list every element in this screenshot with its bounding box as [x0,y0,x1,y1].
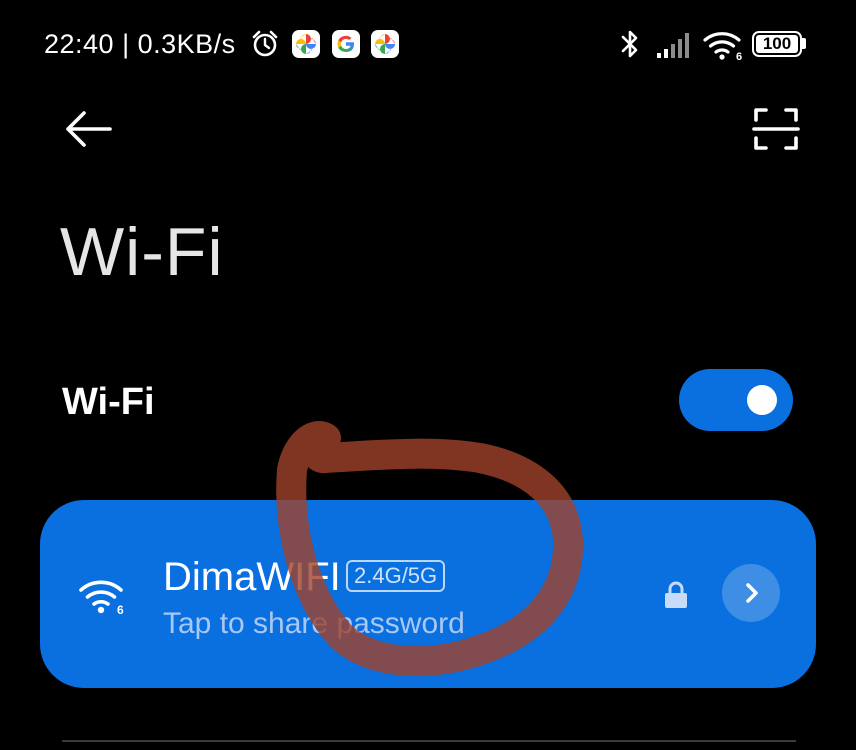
wifi-toggle-switch[interactable] [679,369,793,431]
signal-icon [657,33,689,58]
network-details-button[interactable] [722,564,780,622]
battery-icon: 100 [752,31,802,57]
scan-qr-button[interactable] [748,102,804,156]
google-photos-icon [292,30,320,58]
toggle-knob [747,385,777,415]
google-photos-icon [371,30,399,58]
wifi-icon: 6 [703,32,742,61]
google-icon [332,30,360,58]
bluetooth-icon [621,30,638,58]
share-password-hint: Tap to share password [163,607,465,640]
network-ssid: DimaWIFI [163,555,341,599]
wifi-icon: 6 [79,580,124,616]
connected-network-card[interactable]: 6 DimaWIFI 2.4G/5G Tap to share password [40,500,816,688]
battery-tip [802,38,806,49]
arrow-left-icon [66,111,112,147]
back-button[interactable] [60,104,116,154]
lock-icon [665,581,687,608]
wifi-toggle-label: Wi-Fi [62,381,155,423]
alarm-icon [252,30,278,57]
band-badge: 2.4G/5G [346,560,446,592]
battery-percent: 100 [762,34,792,53]
list-divider [62,740,796,742]
qr-scan-icon [752,108,800,150]
status-time-speed: 22:40 | 0.3KB/s [44,29,236,59]
page-title: Wi-Fi [60,214,224,290]
wifi-standard-label: 6 [736,51,742,61]
status-bar: 22:40 | 0.3KB/s 6 100 [0,0,856,90]
network-wifi-standard: 6 [117,603,124,616]
chevron-right-icon [746,583,758,603]
